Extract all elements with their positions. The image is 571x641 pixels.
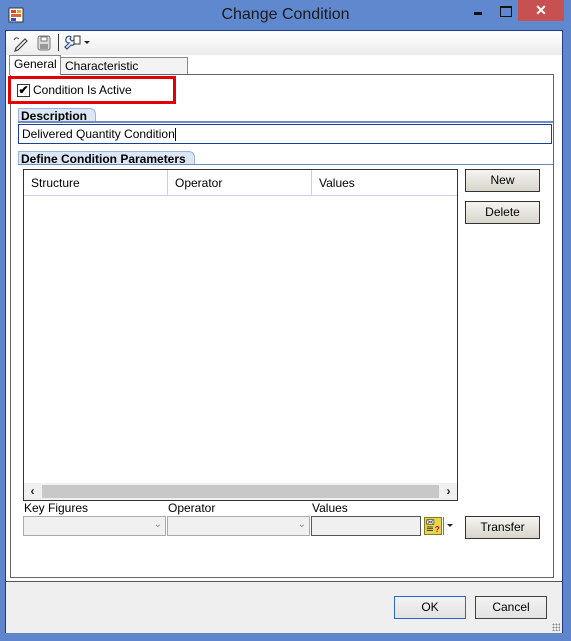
close-icon: ✕ [535,2,547,18]
column-header-operator[interactable]: Operator [168,170,312,196]
title-bar: Change Condition ✕ [0,0,571,30]
parameters-divider [18,164,553,165]
description-value: Delivered Quantity Condition [22,127,175,141]
cancel-button[interactable]: Cancel [475,596,547,619]
tab-general[interactable]: General [9,55,61,75]
values-label: Values [312,501,348,515]
maximize-button[interactable] [492,0,518,21]
close-button[interactable]: ✕ [518,0,564,21]
parameters-group-label: Define Condition Parameters [18,151,195,166]
tab-characteristic-assignment[interactable]: Characteristic Assignment [60,57,188,90]
svg-text:?: ? [435,525,440,534]
key-figures-label: Key Figures [24,501,89,515]
grid-header: Structure Operator Values [24,170,457,196]
chevron-down-icon: ⌄ [153,519,162,530]
scrollbar-thumb[interactable] [42,485,439,498]
condition-active-checkbox[interactable]: ✔ [17,84,30,97]
description-divider [18,121,553,123]
delete-button[interactable]: Delete [465,201,540,224]
value-help-icon[interactable]: ? [424,517,442,535]
description-input[interactable]: Delivered Quantity Condition [18,124,552,144]
parameters-grid[interactable]: Structure Operator Values ‹ › [23,169,458,501]
operator-label: Operator [168,501,216,515]
column-header-structure[interactable]: Structure [24,170,168,196]
dialog-footer: OK Cancel [6,581,562,633]
operator-select[interactable]: ⌄ [167,516,310,536]
values-input[interactable] [311,516,421,536]
tools-icon[interactable] [63,34,81,52]
new-button[interactable]: New [465,169,540,192]
minimize-button[interactable] [465,0,491,21]
value-help-dropdown-arrow[interactable] [443,517,454,535]
transfer-button[interactable]: Transfer [465,516,540,539]
column-header-values[interactable]: Values [312,170,457,196]
condition-active-label[interactable]: Condition Is Active [33,83,132,97]
description-group-label: Description [18,108,97,123]
tab-strip: General Characteristic Assignment [6,55,562,90]
horizontal-scrollbar[interactable]: ‹ › [24,483,457,500]
scroll-right-icon[interactable]: › [440,483,457,500]
key-figures-select[interactable]: ⌄ [23,516,166,536]
ok-button[interactable]: OK [394,596,466,619]
tools-dropdown-arrow[interactable] [84,41,90,44]
general-tab-page: ✔ Condition Is Active Description Delive… [8,74,554,578]
scroll-left-icon[interactable]: ‹ [24,483,41,500]
save-icon[interactable] [35,34,53,52]
toolbar [6,31,562,55]
chevron-down-icon: ⌄ [297,519,306,530]
toolbar-separator [58,34,59,51]
dialog-body: General Characteristic Assignment ✔ Cond… [5,30,563,633]
edit-icon[interactable] [12,34,30,52]
resize-grip[interactable] [552,623,560,631]
